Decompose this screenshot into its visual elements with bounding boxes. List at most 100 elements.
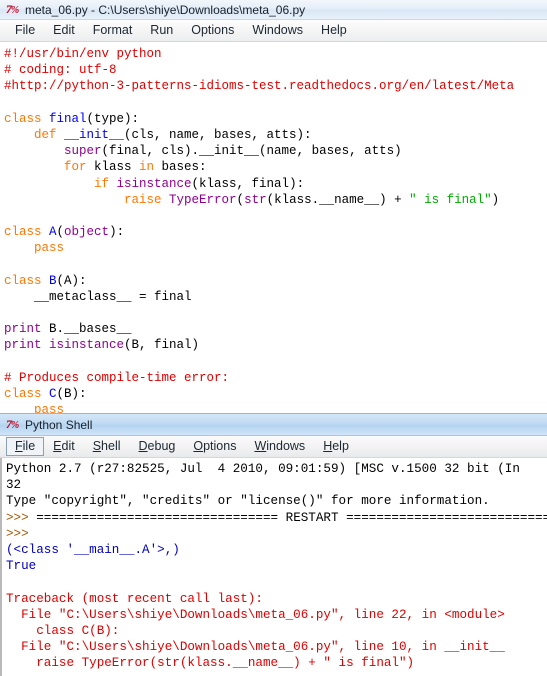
code-line: #http://python-3-patterns-idioms-test.re… bbox=[4, 78, 547, 94]
editor-menu-file[interactable]: File bbox=[6, 21, 44, 40]
code-token: str bbox=[244, 192, 267, 207]
code-line: pass bbox=[4, 402, 547, 413]
editor-code-area[interactable]: #!/usr/bin/env python # coding: utf-8 #htt… bbox=[0, 42, 547, 413]
code-line: print B.__bases__ bbox=[4, 321, 547, 337]
editor-titlebar[interactable]: 7% meta_06.py - C:\Users\shiye\Downloads… bbox=[0, 0, 547, 20]
shell-line: Type "copyright", "credits" or "license(… bbox=[6, 493, 547, 509]
code-token: class bbox=[4, 386, 50, 401]
shell-token: >>> bbox=[6, 510, 37, 525]
code-token: bases: bbox=[161, 160, 207, 175]
code-token: # coding: utf-8 bbox=[4, 63, 117, 78]
code-token: isinstance bbox=[49, 338, 125, 353]
code-token: isinstance bbox=[116, 176, 192, 191]
code-token: (A): bbox=[56, 273, 87, 288]
code-token: class bbox=[4, 273, 50, 288]
code-token: raise bbox=[4, 192, 170, 207]
shell-line: File "C:\Users\shiye\Downloads\meta_06.p… bbox=[6, 639, 547, 655]
code-line: pass bbox=[4, 240, 547, 256]
shell-menu-edit[interactable]: Edit bbox=[44, 437, 84, 456]
code-token: def bbox=[4, 127, 65, 142]
code-token: ( bbox=[56, 225, 65, 240]
shell-menu-file[interactable]: File bbox=[6, 437, 45, 456]
python-idle-icon: 7% bbox=[5, 2, 19, 16]
code-token: ( bbox=[236, 192, 245, 207]
code-token: TypeError bbox=[169, 192, 237, 207]
code-token: A bbox=[49, 225, 57, 240]
code-token: (B, final) bbox=[124, 338, 200, 353]
code-token: pass bbox=[4, 403, 65, 413]
shell-line: Traceback (most recent call last): bbox=[6, 591, 547, 607]
code-line: #!/usr/bin/env python bbox=[4, 46, 547, 62]
shell-token: raise TypeError(str(klass.__name__) + " … bbox=[6, 656, 415, 671]
shell-line: (<class '__main__.A'>,) bbox=[6, 542, 547, 558]
shell-line: class C(B): bbox=[6, 623, 547, 639]
code-line: print isinstance(B, final) bbox=[4, 337, 547, 353]
code-token: in bbox=[139, 160, 162, 175]
shell-token: File "C:\Users\shiye\Downloads\meta_06.p… bbox=[6, 607, 505, 622]
code-token: B bbox=[49, 273, 57, 288]
editor-menu-edit[interactable]: Edit bbox=[44, 21, 84, 40]
shell-token: Type "copyright", "credits" or "license(… bbox=[6, 494, 490, 509]
idle-editor-window: 7% meta_06.py - C:\Users\shiye\Downloads… bbox=[0, 0, 547, 413]
code-line: # coding: utf-8 bbox=[4, 62, 547, 78]
code-token: " is final" bbox=[409, 192, 492, 207]
code-token: #!/usr/bin/env python bbox=[4, 47, 162, 61]
editor-title-text: meta_06.py - C:\Users\shiye\Downloads\me… bbox=[25, 2, 306, 17]
shell-menubar[interactable]: File Edit Shell Debug Options Windows Help bbox=[0, 436, 547, 458]
editor-menu-format[interactable]: Format bbox=[84, 21, 142, 40]
code-token: B.__bases__ bbox=[49, 322, 132, 337]
editor-menu-options[interactable]: Options bbox=[182, 21, 243, 40]
code-token: __metaclass__ = final bbox=[4, 289, 192, 304]
code-token: (klass.__name__) + bbox=[266, 192, 410, 207]
code-token: super bbox=[64, 144, 102, 159]
shell-menu-debug[interactable]: Debug bbox=[130, 437, 185, 456]
code-line: __metaclass__ = final bbox=[4, 289, 547, 305]
shell-line: >>> ================================ RES… bbox=[6, 510, 547, 526]
shell-token: File "C:\Users\shiye\Downloads\meta_06.p… bbox=[6, 640, 505, 655]
code-token: (final, cls).__init__(name, bases, atts) bbox=[101, 144, 402, 159]
code-token: # Produces compile-time error: bbox=[4, 370, 230, 385]
editor-menu-help[interactable]: Help bbox=[312, 21, 356, 40]
shell-line: 32 bbox=[6, 477, 547, 493]
code-token: (cls, name, bases, atts): bbox=[124, 127, 312, 142]
code-token: ): bbox=[109, 225, 125, 240]
shell-menu-options[interactable]: Options bbox=[184, 437, 245, 456]
shell-menu-windows[interactable]: Windows bbox=[245, 437, 314, 456]
code-token: if bbox=[4, 176, 117, 191]
shell-output-area[interactable]: Python 2.7 (r27:82525, Jul 4 2010, 09:01… bbox=[0, 458, 547, 676]
code-token: (klass, final): bbox=[191, 176, 305, 191]
editor-menu-run[interactable]: Run bbox=[141, 21, 182, 40]
editor-menu-windows[interactable]: Windows bbox=[243, 21, 312, 40]
shell-token: Python 2.7 (r27:82525, Jul 4 2010, 09:01… bbox=[6, 462, 520, 476]
code-line: class final(type): bbox=[4, 111, 547, 127]
shell-menu-shell[interactable]: Shell bbox=[84, 437, 130, 456]
code-line: # Produces compile-time error: bbox=[4, 370, 547, 386]
code-line: def __init__(cls, name, bases, atts): bbox=[4, 127, 547, 143]
code-line: raise TypeError(str(klass.__name__) + " … bbox=[4, 192, 547, 208]
code-token: C bbox=[49, 386, 57, 401]
shell-token: class C(B): bbox=[6, 623, 120, 638]
shell-token: True bbox=[6, 559, 37, 574]
shell-menu-help[interactable]: Help bbox=[314, 437, 358, 456]
code-token: ) bbox=[491, 192, 500, 207]
code-line: super(final, cls).__init__(name, bases, … bbox=[4, 143, 547, 159]
code-line: class C(B): bbox=[4, 386, 547, 402]
editor-menubar[interactable]: File Edit Format Run Options Windows Help bbox=[0, 20, 547, 42]
code-token: for bbox=[4, 160, 95, 175]
shell-line: Python 2.7 (r27:82525, Jul 4 2010, 09:01… bbox=[6, 461, 547, 477]
shell-line: >>> bbox=[6, 526, 547, 542]
code-line: if isinstance(klass, final): bbox=[4, 176, 547, 192]
shell-titlebar[interactable]: 7% Python Shell bbox=[0, 414, 547, 436]
shell-token: >>> bbox=[6, 526, 37, 541]
code-token: (type): bbox=[86, 111, 140, 126]
code-token: pass bbox=[4, 241, 65, 256]
code-token: print bbox=[4, 338, 50, 353]
code-token: object bbox=[64, 225, 110, 240]
code-line: for klass in bases: bbox=[4, 159, 547, 175]
